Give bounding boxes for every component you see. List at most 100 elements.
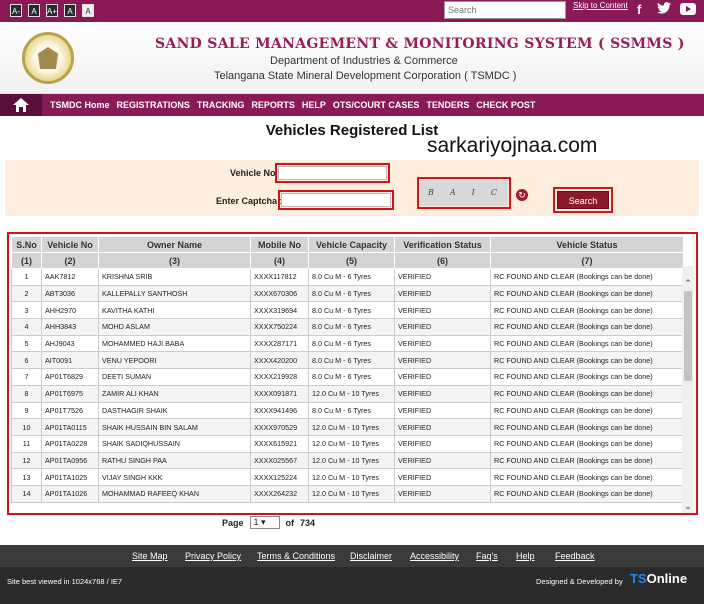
twitter-icon[interactable] [657, 2, 671, 17]
nav-tracking[interactable]: TRACKING [193, 100, 248, 110]
pagination: Page 1 ▾ of 734 [222, 516, 315, 529]
cell-mobile-no: XXXX264232 [250, 484, 309, 503]
nav-tenders[interactable]: TENDERS [423, 100, 473, 110]
cell-vehicle-status: RC FOUND AND CLEAR (Bookings can be done… [490, 401, 684, 420]
cell-vehicle-status: RC FOUND AND CLEAR (Bookings can be done… [490, 301, 684, 320]
table-row[interactable]: 2 ABT3036 KALLEPALLY SANTHOSH XXXX670306 8.0… [11, 284, 684, 303]
footer-link-disclaimer[interactable]: Disclaimer [350, 551, 392, 561]
page-select[interactable]: 1 ▾ [249, 516, 280, 529]
cell-verification-status: VERIFIED [394, 484, 491, 503]
footer-link-terms[interactable]: Terms & Conditions [257, 551, 335, 561]
cell-verification-status: VERIFIED [394, 384, 491, 403]
captcha-input[interactable] [278, 190, 394, 210]
nav-help[interactable]: HELP [298, 100, 329, 110]
nav-tsmdc-home[interactable]: TSMDC Home [42, 100, 113, 110]
designed-by-text: Designed & Developed by [536, 577, 623, 586]
footer-link-faqs[interactable]: Faq's [476, 551, 498, 561]
table-row[interactable]: 1 AAK7812 KRISHNA SRIB XXXX117812 8.0 Cu M -… [11, 268, 684, 286]
col-header-sno[interactable]: S.No [11, 236, 42, 253]
site-title: SAND SALE MANAGEMENT & MONITORING SYSTEM… [155, 36, 685, 52]
cell-mobile-no: XXXX750224 [250, 318, 309, 336]
site-search-input[interactable] [444, 1, 566, 19]
nav-check-post[interactable]: CHECK POST [473, 100, 539, 110]
cell-sno: 4 [11, 318, 42, 336]
contrast-light-button[interactable]: A [82, 4, 94, 17]
youtube-icon[interactable] [680, 3, 696, 18]
cell-sno: 12 [11, 451, 42, 470]
table-row[interactable]: 14 AP01TA1026 MOHAMMAD RAFEEQ KHAN XXXX2642… [11, 484, 684, 503]
col-header-verification-status[interactable]: Verification Status [394, 236, 491, 253]
table-row[interactable]: 3 AHH2970 KAVITHA KATHI XXXX319694 8.0 Cu M … [11, 301, 684, 320]
cell-vehicle-capacity: 8.0 Cu M - 6 Tyres [308, 318, 395, 336]
refresh-captcha-icon[interactable]: ↻ [516, 189, 528, 201]
footer-link-accessibility[interactable]: Accessibility [410, 551, 459, 561]
table-row[interactable]: 7 AP01T6829 DEETI SUMAN XXXX219928 8.0 Cu M … [11, 368, 684, 386]
col-number: (3) [98, 252, 251, 269]
col-number: (2) [41, 252, 99, 269]
table-row[interactable]: 9 AP01T7526 DASTHAGIR SHAIK XXXX941496 8.0 C… [11, 401, 684, 420]
table-row[interactable]: 5 AHJ9043 MOHAMMED HAJI BABA XXXX287171 8.0 … [11, 334, 684, 353]
page-title: Vehicles Registered List [265, 122, 439, 139]
cell-owner-name: VIJAY SINGH KKK [98, 468, 251, 486]
table-scrollbar[interactable]: ⌃ ⌄ [682, 266, 694, 513]
footer-link-site-map[interactable]: Site Map [132, 551, 168, 561]
cell-sno: 14 [11, 484, 42, 503]
cell-verification-status: VERIFIED [394, 301, 491, 320]
scroll-up-icon[interactable]: ⌃ [683, 278, 693, 288]
cell-vehicle-no: AHH3843 [41, 318, 99, 336]
table-row[interactable]: 4 AHH3843 MOHD ASLAM XXXX750224 8.0 Cu M - 6… [11, 318, 684, 336]
nav-ots-court-cases[interactable]: OTS/COURT CASES [329, 100, 423, 110]
table-row[interactable]: 11 AP01TA0228 SHAIK SADIQHUSSAIN XXXX615921… [11, 434, 684, 453]
cell-vehicle-status: RC FOUND AND CLEAR (Bookings can be done… [490, 318, 684, 336]
vehicle-no-label: Vehicle No [230, 168, 276, 178]
telangana-seal-logo [22, 32, 74, 84]
cell-sno: 8 [11, 384, 42, 403]
cell-mobile-no: XXXX319694 [250, 301, 309, 320]
tsonline-logo[interactable]: TSOnline [630, 571, 687, 586]
cell-owner-name: RATHU SINGH PAA [98, 451, 251, 470]
cell-owner-name: DASTHAGIR SHAIK [98, 401, 251, 420]
table-row[interactable]: 13 AP01TA1025 VIJAY SINGH KKK XXXX125224 12.… [11, 468, 684, 486]
col-header-vehicle-no[interactable]: Vehicle No [41, 236, 99, 253]
font-increase-button[interactable]: A+ [46, 4, 58, 17]
font-normal-button[interactable]: A [28, 4, 40, 17]
contrast-dark-button[interactable]: A [64, 4, 76, 17]
table-row[interactable]: 12 AP01TA0956 RATHU SINGH PAA XXXX025567 12.… [11, 451, 684, 470]
cell-vehicle-status: RC FOUND AND CLEAR (Bookings can be done… [490, 451, 684, 470]
cell-sno: 2 [11, 284, 42, 303]
cell-vehicle-capacity: 8.0 Cu M - 6 Tyres [308, 401, 395, 420]
scroll-down-icon[interactable]: ⌄ [683, 501, 693, 511]
nav-registrations[interactable]: REGISTRATIONS [113, 100, 193, 110]
col-header-mobile-no[interactable]: Mobile No [250, 236, 309, 253]
scrollbar-thumb[interactable] [684, 291, 692, 381]
page-label: Page [222, 517, 244, 528]
skip-to-content-link[interactable]: Skip to Content [573, 1, 628, 10]
table-row[interactable]: 10 AP01TA0115 SHAIK HUSSAIN BIN SALAM XXXX9… [11, 418, 684, 436]
home-icon[interactable] [0, 94, 42, 116]
col-header-vehicle-status[interactable]: Vehicle Status [490, 236, 684, 253]
cell-vehicle-no: AP01TA1025 [41, 468, 99, 486]
cell-verification-status: VERIFIED [394, 284, 491, 303]
table-row[interactable]: 6 AIT0091 VENU YEPOORI XXXX420200 8.0 Cu M -… [11, 351, 684, 370]
total-pages: 734 [300, 517, 316, 528]
search-button[interactable]: Search [553, 187, 613, 213]
captcha-label: Enter Captcha : [216, 196, 283, 206]
table-number-row: (1) (2) (3) (4) (5) (6) (7) [11, 252, 684, 269]
vehicle-no-input[interactable] [275, 163, 390, 183]
cell-mobile-no: XXXX287171 [250, 334, 309, 353]
cell-vehicle-no: AHH2970 [41, 301, 99, 320]
cell-vehicle-capacity: 12.0 Cu M - 10 Tyres [308, 451, 395, 470]
nav-reports[interactable]: REPORTS [248, 100, 299, 110]
col-header-owner-name[interactable]: Owner Name [98, 236, 251, 253]
cell-sno: 5 [11, 334, 42, 353]
cell-vehicle-status: RC FOUND AND CLEAR (Bookings can be done… [490, 334, 684, 353]
cell-verification-status: VERIFIED [394, 418, 491, 436]
footer-link-feedback[interactable]: Feedback [555, 551, 595, 561]
col-header-vehicle-capacity[interactable]: Vehicle Capacity [308, 236, 395, 253]
cell-sno: 3 [11, 301, 42, 320]
footer-link-help[interactable]: Help [516, 551, 535, 561]
table-row[interactable]: 8 AP01T6975 ZAMIR ALI KHAN XXXX091871 12.0 C… [11, 384, 684, 403]
font-decrease-button[interactable]: A- [10, 4, 22, 17]
facebook-icon[interactable]: f [637, 2, 641, 17]
footer-link-privacy[interactable]: Privacy Policy [185, 551, 241, 561]
